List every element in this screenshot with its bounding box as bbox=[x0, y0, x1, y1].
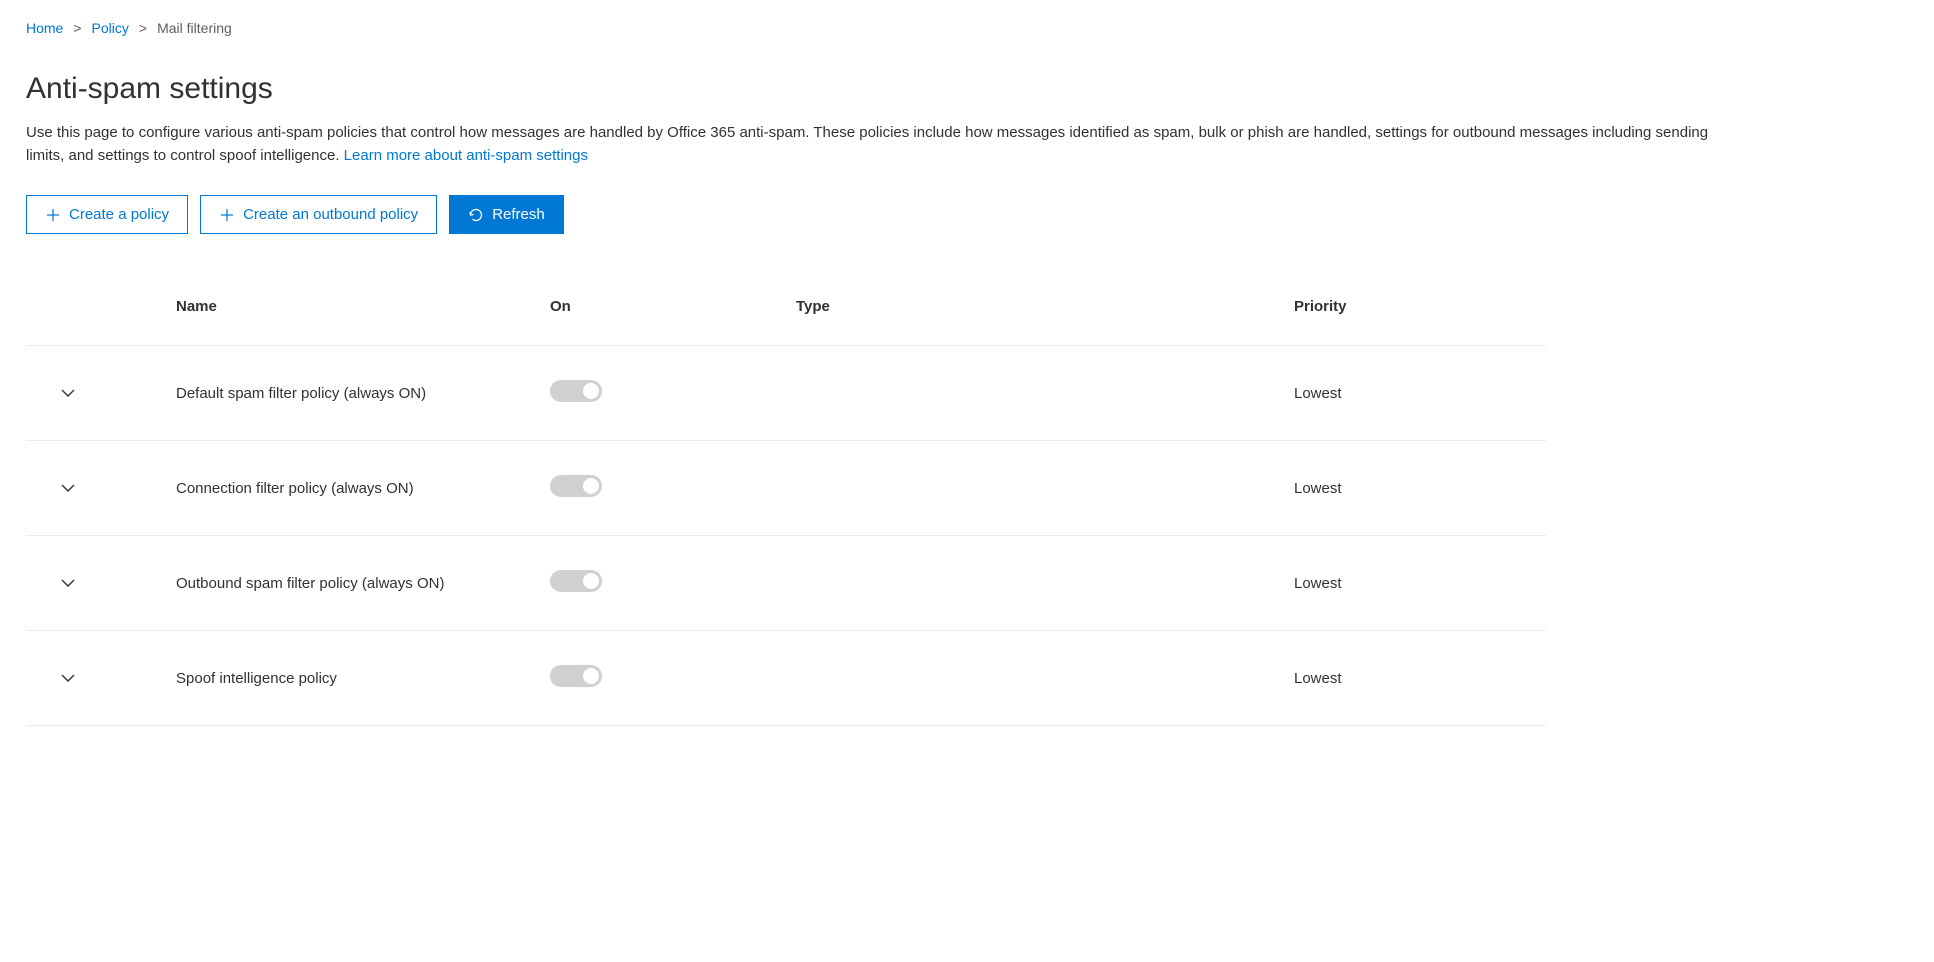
refresh-button[interactable]: Refresh bbox=[449, 195, 564, 234]
breadcrumb-current: Mail filtering bbox=[157, 20, 232, 36]
column-name: Name bbox=[176, 298, 550, 315]
toggle-knob bbox=[583, 478, 599, 494]
table-row[interactable]: Connection filter policy (always ON) Low… bbox=[26, 441, 1546, 536]
table-header: Name On Type Priority bbox=[26, 284, 1546, 346]
chevron-down-icon bbox=[60, 388, 76, 398]
plus-icon bbox=[45, 207, 61, 223]
table-row[interactable]: Outbound spam filter policy (always ON) … bbox=[26, 536, 1546, 631]
row-name: Outbound spam filter policy (always ON) bbox=[176, 575, 550, 592]
toggle-switch[interactable] bbox=[550, 665, 602, 687]
expand-button[interactable] bbox=[56, 384, 80, 402]
breadcrumb-separator: > bbox=[139, 20, 147, 36]
breadcrumb-separator: > bbox=[73, 20, 81, 36]
refresh-label: Refresh bbox=[492, 204, 545, 225]
table-row[interactable]: Default spam filter policy (always ON) L… bbox=[26, 346, 1546, 441]
policy-table: Name On Type Priority Default spam filte… bbox=[26, 284, 1546, 726]
expand-button[interactable] bbox=[56, 479, 80, 497]
toolbar: Create a policy Create an outbound polic… bbox=[26, 195, 1908, 234]
row-priority: Lowest bbox=[1294, 385, 1546, 402]
chevron-down-icon bbox=[60, 483, 76, 493]
plus-icon bbox=[219, 207, 235, 223]
create-outbound-policy-button[interactable]: Create an outbound policy bbox=[200, 195, 437, 234]
row-name: Connection filter policy (always ON) bbox=[176, 480, 550, 497]
toggle-knob bbox=[583, 668, 599, 684]
table-row[interactable]: Spoof intelligence policy Lowest bbox=[26, 631, 1546, 726]
row-name: Spoof intelligence policy bbox=[176, 670, 550, 687]
toggle-switch[interactable] bbox=[550, 380, 602, 402]
column-priority: Priority bbox=[1294, 298, 1546, 315]
column-on: On bbox=[550, 298, 796, 315]
chevron-down-icon bbox=[60, 578, 76, 588]
chevron-down-icon bbox=[60, 673, 76, 683]
row-priority: Lowest bbox=[1294, 670, 1546, 687]
expand-button[interactable] bbox=[56, 574, 80, 592]
toggle-knob bbox=[583, 573, 599, 589]
create-policy-button[interactable]: Create a policy bbox=[26, 195, 188, 234]
breadcrumb-home[interactable]: Home bbox=[26, 20, 63, 36]
page-description-text: Use this page to configure various anti-… bbox=[26, 124, 1708, 164]
toggle-knob bbox=[583, 383, 599, 399]
breadcrumb-policy[interactable]: Policy bbox=[92, 20, 129, 36]
page-title: Anti-spam settings bbox=[26, 72, 1908, 106]
page-description: Use this page to configure various anti-… bbox=[26, 122, 1726, 167]
expand-button[interactable] bbox=[56, 669, 80, 687]
breadcrumb: Home > Policy > Mail filtering bbox=[26, 20, 1908, 36]
create-outbound-label: Create an outbound policy bbox=[243, 204, 418, 225]
toggle-switch[interactable] bbox=[550, 570, 602, 592]
row-priority: Lowest bbox=[1294, 575, 1546, 592]
row-name: Default spam filter policy (always ON) bbox=[176, 385, 550, 402]
learn-more-link[interactable]: Learn more about anti-spam settings bbox=[344, 147, 588, 164]
refresh-icon bbox=[468, 207, 484, 223]
row-priority: Lowest bbox=[1294, 480, 1546, 497]
create-policy-label: Create a policy bbox=[69, 204, 169, 225]
toggle-switch[interactable] bbox=[550, 475, 602, 497]
column-type: Type bbox=[796, 298, 1294, 315]
